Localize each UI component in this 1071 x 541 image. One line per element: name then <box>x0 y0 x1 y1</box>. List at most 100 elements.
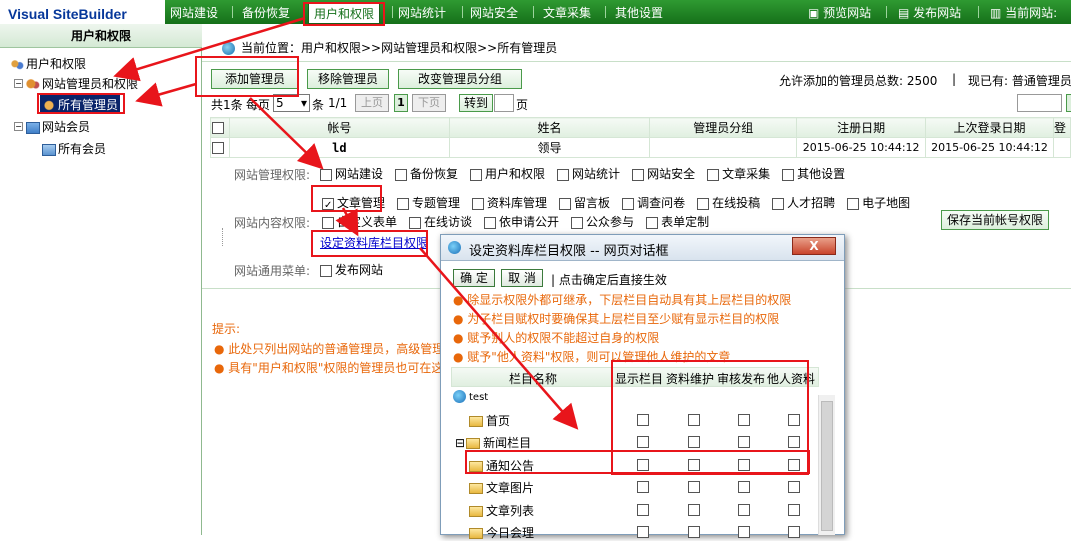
tree-row-4[interactable]: 文章图片 <box>469 479 534 496</box>
perm-site-option[interactable]: 网站统计 <box>557 167 620 181</box>
add-admin-button[interactable]: 添加管理员 <box>211 69 299 89</box>
per-page-select[interactable]: 5 ▾ <box>273 94 310 112</box>
permission-checkbox[interactable] <box>637 481 649 493</box>
tree-item-admins[interactable]: 网站管理员和权限 <box>26 75 138 92</box>
tree-item-members[interactable]: 网站会员 <box>26 118 90 135</box>
permission-checkbox[interactable] <box>738 526 750 538</box>
nav-security[interactable]: 网站安全 <box>470 4 518 21</box>
checkbox[interactable] <box>571 216 584 229</box>
nav-other-settings[interactable]: 其他设置 <box>615 4 663 21</box>
dialog-ok-button[interactable]: 确 定 <box>453 269 495 287</box>
next-page-button[interactable]: 下页 <box>412 94 446 112</box>
checkbox[interactable] <box>782 168 795 181</box>
permission-checkbox[interactable] <box>637 526 649 538</box>
perm-content-option[interactable]: 调查问卷 <box>622 196 685 210</box>
permission-checkbox[interactable] <box>688 481 700 493</box>
prev-page-button[interactable]: 上页 <box>355 94 389 112</box>
set-column-permission-link[interactable]: 设定资料库栏目权限 <box>320 234 428 251</box>
tree-row-1[interactable]: 首页 <box>469 412 510 429</box>
tree-row-6[interactable]: 今日会理 <box>469 524 534 541</box>
select-all-checkbox[interactable] <box>212 122 225 134</box>
permission-checkbox[interactable] <box>637 436 649 448</box>
search-button[interactable] <box>1066 94 1071 112</box>
checkbox[interactable] <box>646 216 659 229</box>
preview-site-link[interactable]: ▣ 预览网站 <box>808 4 871 21</box>
collapse-icon[interactable]: ⊟ <box>455 436 465 450</box>
perm-content-option[interactable]: 电子地图 <box>847 196 910 210</box>
nav-site-build[interactable]: 网站建设 <box>170 4 218 21</box>
checkbox[interactable] <box>772 197 785 210</box>
permission-checkbox[interactable] <box>738 458 750 471</box>
row-checkbox-cell[interactable] <box>210 137 230 158</box>
permission-checkbox[interactable] <box>637 503 649 516</box>
common-menu-option[interactable]: 发布网站 <box>320 263 383 277</box>
search-input[interactable] <box>1017 94 1062 112</box>
save-permissions-button[interactable]: 保存当前帐号权限 <box>941 210 1049 230</box>
checkbox[interactable] <box>397 197 410 210</box>
nav-users-permissions[interactable]: 用户和权限 <box>308 3 381 24</box>
checkbox[interactable] <box>632 168 645 181</box>
perm-site-option[interactable]: 备份恢复 <box>395 167 458 181</box>
nav-stats[interactable]: 网站统计 <box>398 4 446 21</box>
permission-checkbox[interactable] <box>688 526 700 538</box>
checkbox[interactable] <box>847 197 860 210</box>
perm-site-option[interactable]: 网站安全 <box>632 167 695 181</box>
checkbox[interactable] <box>697 197 710 210</box>
permission-checkbox[interactable] <box>637 413 649 426</box>
checkbox[interactable] <box>559 197 572 210</box>
perm-content-option[interactable]: 专题管理 <box>397 196 460 210</box>
permission-checkbox[interactable] <box>788 481 800 493</box>
permission-checkbox[interactable] <box>738 436 750 448</box>
permission-checkbox[interactable] <box>738 413 750 426</box>
permission-checkbox[interactable] <box>788 503 800 516</box>
nav-collect[interactable]: 文章采集 <box>543 4 591 21</box>
checkbox[interactable] <box>472 197 485 210</box>
scrollbar-thumb[interactable] <box>821 401 833 531</box>
close-button[interactable]: X <box>792 237 836 255</box>
checkbox[interactable] <box>322 197 334 210</box>
checkbox[interactable] <box>320 264 332 277</box>
checkbox[interactable] <box>470 168 483 181</box>
perm-content-option[interactable]: 自定义表单 <box>322 215 397 229</box>
checkbox[interactable] <box>557 168 570 181</box>
tree-item-users-permissions[interactable]: 用户和权限 <box>10 55 86 72</box>
goto-button[interactable]: 转到 <box>459 94 493 112</box>
checkbox[interactable] <box>622 197 635 210</box>
remove-admin-button[interactable]: 移除管理员 <box>307 69 389 89</box>
select-all-cell[interactable] <box>210 117 230 138</box>
table-row[interactable]: ld 领导 2015-06-25 10:44:12 2015-06-25 10:… <box>210 137 1071 158</box>
publish-site-link[interactable]: ▤ 发布网站 <box>898 4 961 21</box>
permission-checkbox[interactable] <box>788 458 800 471</box>
dialog-scrollbar[interactable] <box>818 395 835 535</box>
tree-item-all-members[interactable]: 所有会员 <box>42 140 106 157</box>
permission-checkbox[interactable] <box>738 503 750 516</box>
goto-page-input[interactable] <box>494 94 514 112</box>
checkbox[interactable] <box>320 168 332 181</box>
permission-checkbox[interactable] <box>688 458 700 471</box>
perm-site-option[interactable]: 文章采集 <box>707 167 770 181</box>
permission-checkbox[interactable] <box>788 413 800 426</box>
perm-content-option[interactable]: 在线访谈 <box>409 215 472 229</box>
change-group-button[interactable]: 改变管理员分组 <box>398 69 522 89</box>
perm-content-option[interactable]: 表单定制 <box>646 215 709 229</box>
dialog-cancel-button[interactable]: 取 消 <box>501 269 543 287</box>
tree-row-3[interactable]: 通知公告 <box>469 457 534 474</box>
perm-site-option[interactable]: 网站建设 <box>320 167 383 181</box>
checkbox[interactable] <box>707 168 720 181</box>
tree-row-0[interactable]: test <box>453 389 488 403</box>
perm-site-option[interactable]: 其他设置 <box>782 167 845 181</box>
perm-content-option[interactable]: 文章管理 <box>322 196 385 210</box>
perm-content-option[interactable]: 人才招聘 <box>772 196 835 210</box>
tree-collapse-toggle[interactable]: − <box>14 79 23 88</box>
perm-content-option[interactable]: 资料库管理 <box>472 196 547 210</box>
checkbox[interactable] <box>484 216 497 229</box>
permission-checkbox[interactable] <box>738 481 750 493</box>
permission-checkbox[interactable] <box>688 436 700 448</box>
permission-checkbox[interactable] <box>637 458 649 471</box>
tree-row-2[interactable]: ⊟ 新闻栏目 <box>455 434 531 451</box>
permission-checkbox[interactable] <box>688 413 700 426</box>
checkbox[interactable] <box>409 216 422 229</box>
nav-backup[interactable]: 备份恢复 <box>242 4 290 21</box>
page-1-button[interactable]: 1 <box>394 94 408 112</box>
perm-content-option[interactable]: 在线投稿 <box>697 196 760 210</box>
